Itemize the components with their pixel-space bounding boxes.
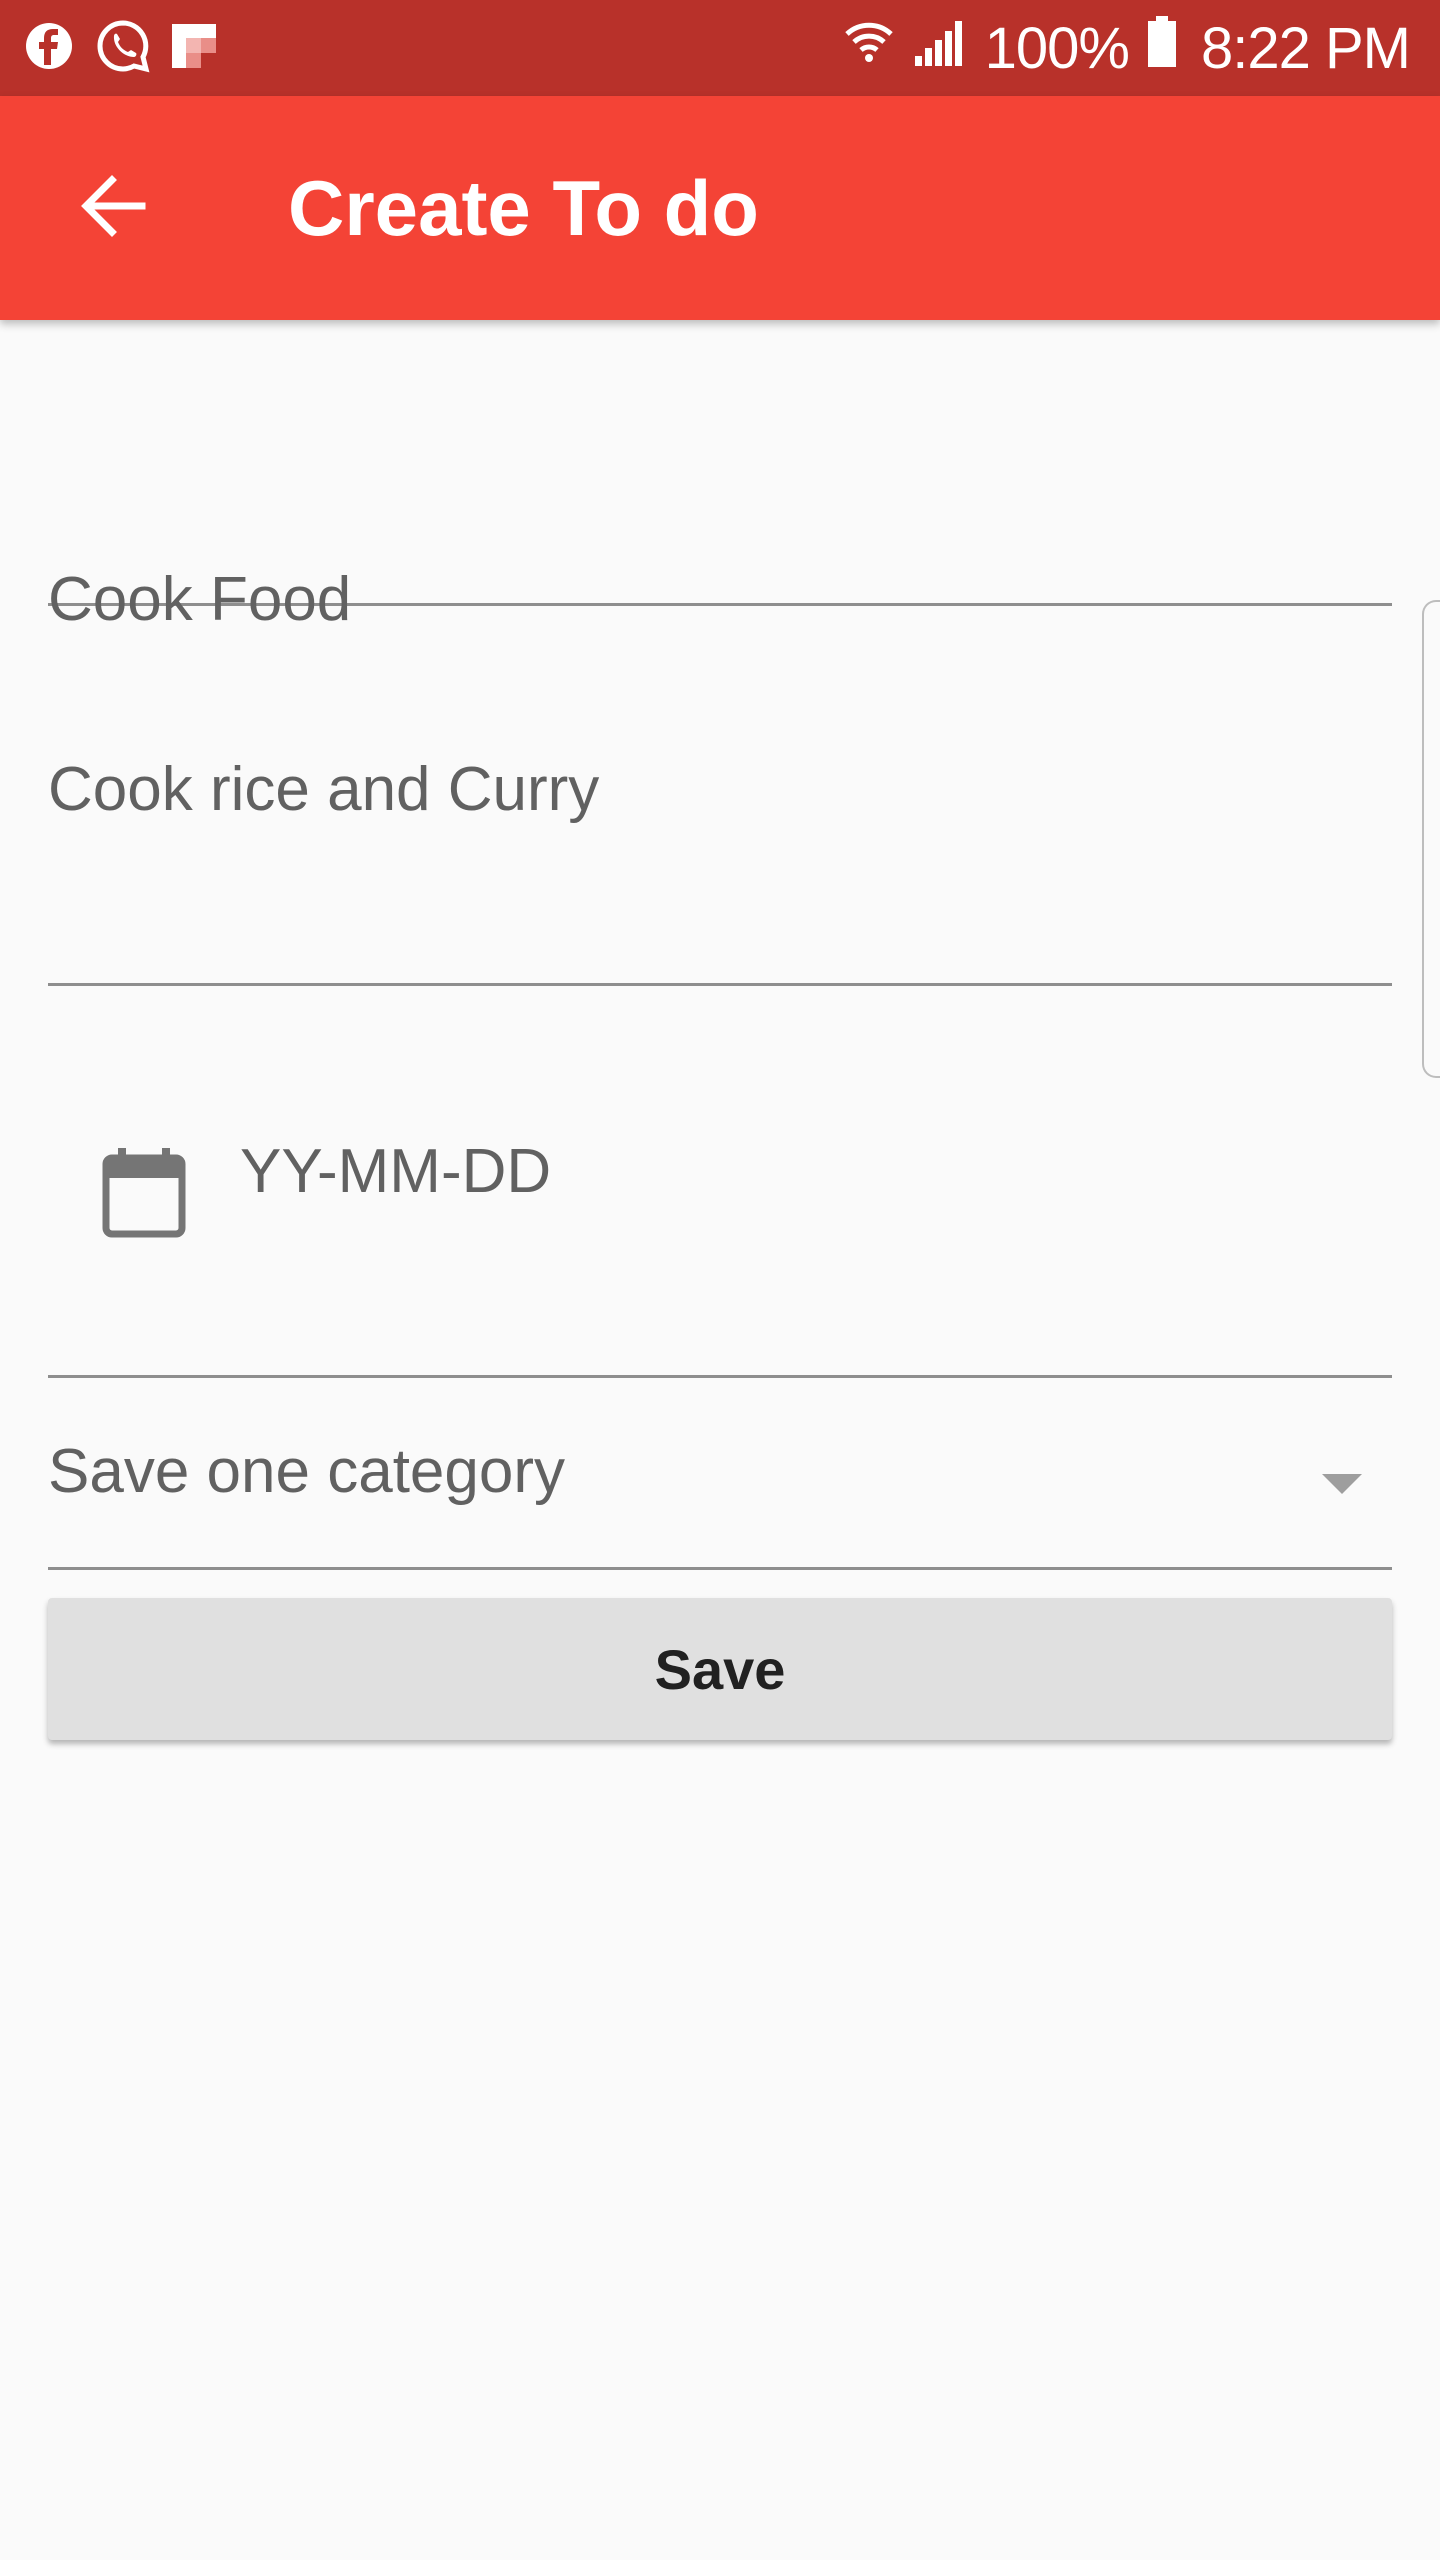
facebook-icon <box>24 21 74 76</box>
arrow-left-icon <box>76 170 148 247</box>
whatsapp-icon <box>96 19 150 78</box>
wifi-icon <box>843 15 895 82</box>
clock: 8:22 PM <box>1201 15 1411 81</box>
date-input-placeholder: YY-MM-DD <box>240 1137 552 1206</box>
title-field[interactable]: Cook Food <box>48 440 1392 634</box>
back-button[interactable] <box>60 156 164 260</box>
signal-icon <box>913 15 963 82</box>
date-field[interactable]: YY-MM-DD <box>48 986 1392 1378</box>
edge-panel-handle[interactable] <box>1422 600 1440 1078</box>
description-input-value: Cook rice and Curry <box>48 755 600 824</box>
save-button[interactable]: Save <box>48 1598 1392 1740</box>
page-title: Create To do <box>288 164 759 252</box>
category-placeholder: Save one category <box>48 1437 566 1506</box>
app-bar: Create To do <box>0 96 1440 320</box>
category-dropdown[interactable]: Save one category <box>48 1378 1392 1570</box>
description-field[interactable]: Cook rice and Curry <box>48 606 1392 986</box>
flipboard-icon <box>172 23 216 73</box>
battery-percent: 100% <box>984 15 1130 81</box>
status-bar: 100% 8:22 PM <box>0 0 1440 96</box>
notification-icons <box>24 18 216 78</box>
battery-icon <box>1147 15 1177 82</box>
system-status: 100% 8:22 PM <box>843 14 1411 82</box>
calendar-icon[interactable] <box>102 1148 186 1238</box>
dropdown-arrow-icon <box>1322 1474 1362 1494</box>
